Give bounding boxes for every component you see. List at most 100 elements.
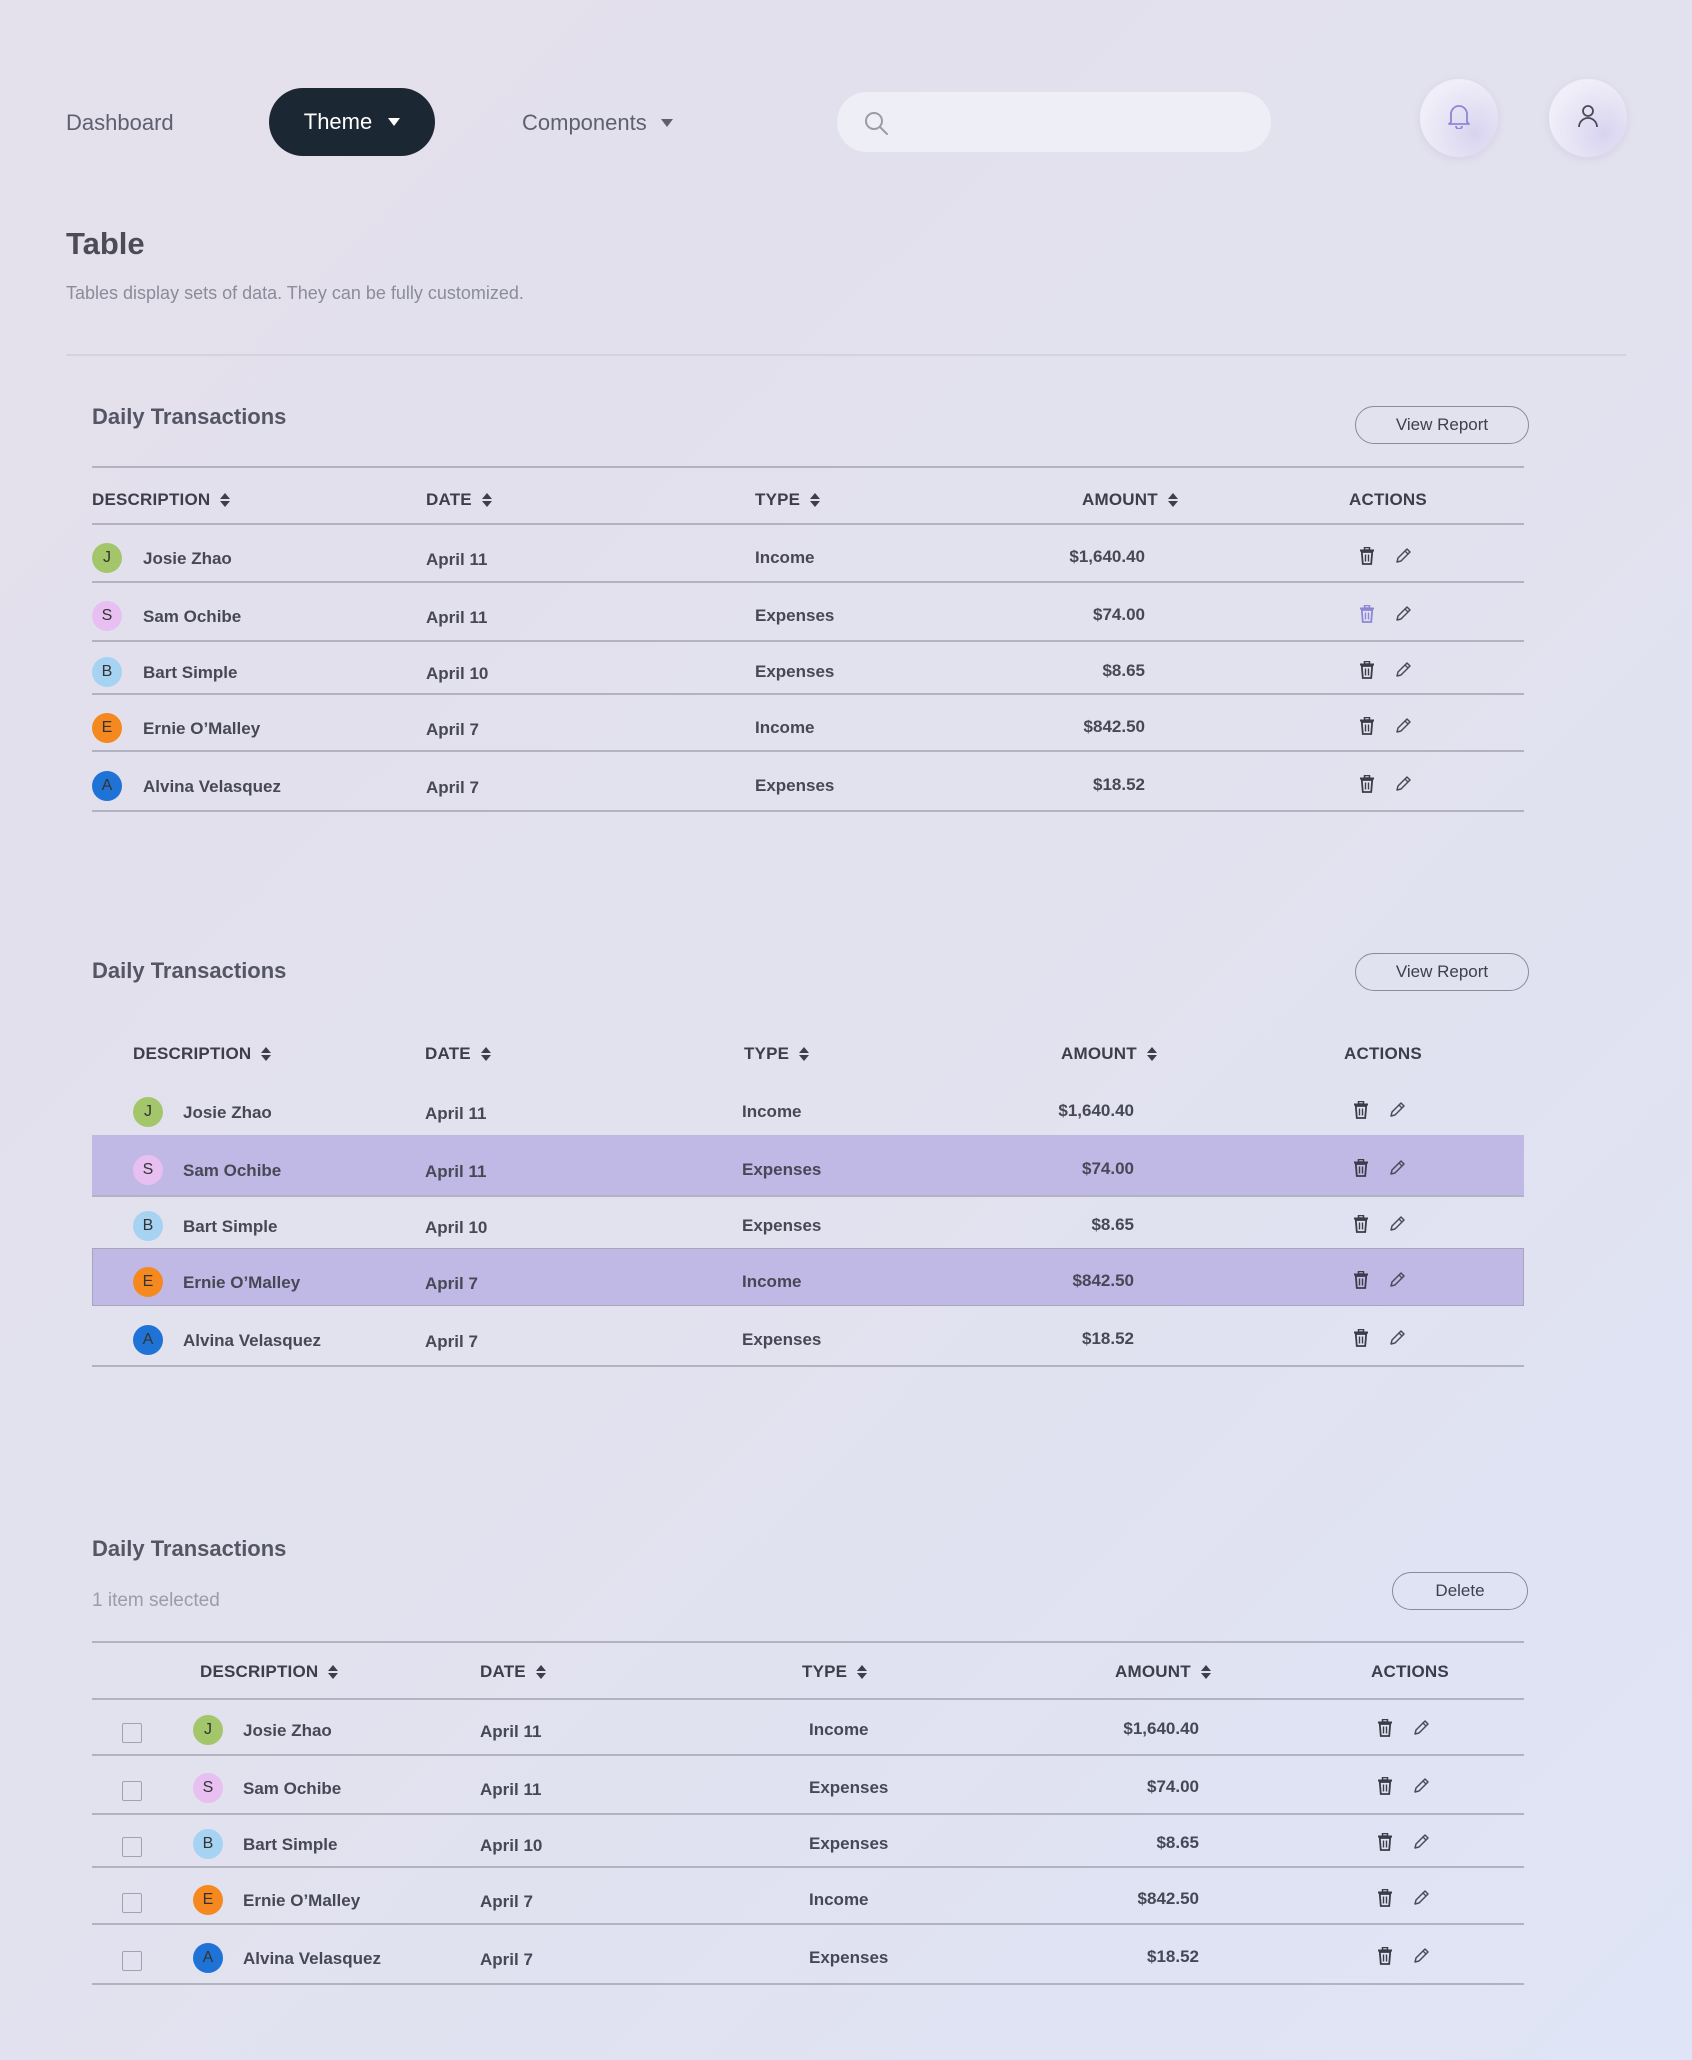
avatar: E: [193, 1885, 223, 1915]
pencil-icon[interactable]: [1385, 1098, 1409, 1122]
row-checkbox[interactable]: [122, 1781, 142, 1801]
row-checkbox[interactable]: [122, 1951, 142, 1971]
sort-icon[interactable]: [799, 1047, 810, 1061]
pencil-icon[interactable]: [1385, 1268, 1409, 1292]
column-header-description[interactable]: DESCRIPTION: [92, 490, 231, 510]
amount-cell: $74.00: [1093, 605, 1145, 624]
nav-theme-button[interactable]: Theme: [269, 88, 435, 156]
trash-icon[interactable]: [1373, 1774, 1397, 1798]
pencil-icon[interactable]: [1391, 658, 1415, 682]
description-cell: Ernie O’Malley: [183, 1273, 301, 1292]
trash-icon[interactable]: [1349, 1212, 1373, 1236]
search-input[interactable]: [837, 92, 1271, 152]
avatar: B: [193, 1829, 223, 1859]
amount-cell: $842.50: [1072, 1271, 1134, 1290]
column-header-label: DESCRIPTION: [92, 490, 211, 509]
column-header-description[interactable]: DESCRIPTION: [133, 1044, 272, 1064]
sort-icon[interactable]: [481, 493, 492, 507]
pencil-icon[interactable]: [1391, 602, 1415, 626]
pencil-icon[interactable]: [1385, 1326, 1409, 1350]
pencil-icon[interactable]: [1409, 1886, 1433, 1910]
column-header-date[interactable]: DATE: [425, 1044, 491, 1064]
pencil-icon[interactable]: [1385, 1156, 1409, 1180]
sort-icon[interactable]: [535, 1665, 546, 1679]
table1-header-top-line: [92, 466, 1524, 468]
sort-icon[interactable]: [220, 493, 231, 507]
trash-icon[interactable]: [1373, 1830, 1397, 1854]
column-header-label: DESCRIPTION: [200, 1662, 319, 1681]
profile-button[interactable]: [1549, 79, 1627, 157]
column-header-amount[interactable]: AMOUNT: [1115, 1662, 1211, 1682]
sort-icon[interactable]: [328, 1665, 339, 1679]
trash-icon[interactable]: [1349, 1326, 1373, 1350]
sort-down-icon: [480, 1055, 491, 1061]
table1-title: Daily Transactions: [92, 404, 287, 429]
date-cell: April 7: [426, 778, 479, 797]
notifications-button[interactable]: [1420, 79, 1498, 157]
nav-components-label: Components: [522, 110, 647, 135]
sort-down-icon: [810, 501, 821, 507]
trash-icon[interactable]: [1373, 1944, 1397, 1968]
nav-dashboard[interactable]: Dashboard: [66, 108, 174, 138]
pencil-icon[interactable]: [1409, 1944, 1433, 1968]
avatar: E: [92, 713, 122, 743]
sort-icon[interactable]: [1146, 1047, 1157, 1061]
trash-icon[interactable]: [1373, 1886, 1397, 1910]
column-header-date[interactable]: DATE: [426, 490, 492, 510]
pencil-icon[interactable]: [1391, 714, 1415, 738]
sort-down-icon: [261, 1055, 272, 1061]
sort-down-icon: [857, 1673, 868, 1679]
pencil-icon[interactable]: [1385, 1212, 1409, 1236]
trash-icon[interactable]: [1355, 602, 1379, 626]
header-bottom-line: [92, 523, 1524, 525]
row-checkbox[interactable]: [122, 1837, 142, 1857]
pencil-icon[interactable]: [1409, 1716, 1433, 1740]
sort-icon[interactable]: [261, 1047, 272, 1061]
description-cell: Bart Simple: [143, 663, 238, 682]
view-report-button[interactable]: View Report: [1355, 953, 1529, 991]
selected-row-highlight: [92, 1248, 1524, 1306]
sort-down-icon: [1146, 1055, 1157, 1061]
sort-icon[interactable]: [857, 1665, 868, 1679]
type-cell: Income: [809, 1890, 869, 1909]
type-cell: Expenses: [755, 776, 835, 795]
trash-icon[interactable]: [1355, 772, 1379, 796]
header-bottom-line: [92, 1698, 1524, 1700]
trash-icon[interactable]: [1355, 658, 1379, 682]
description-cell: Alvina Velasquez: [143, 777, 281, 796]
amount-cell: $842.50: [1083, 717, 1145, 736]
view-report-button[interactable]: View Report: [1355, 406, 1529, 444]
column-header-type[interactable]: TYPE: [744, 1044, 810, 1064]
amount-cell: $18.52: [1147, 1947, 1199, 1966]
pencil-icon[interactable]: [1391, 772, 1415, 796]
column-header-description[interactable]: DESCRIPTION: [200, 1662, 339, 1682]
sort-up-icon: [1200, 1665, 1211, 1671]
chevron-down-icon: [660, 119, 673, 127]
row-checkbox[interactable]: [122, 1723, 142, 1743]
trash-icon[interactable]: [1349, 1268, 1373, 1292]
pencil-icon[interactable]: [1409, 1774, 1433, 1798]
pencil-icon[interactable]: [1409, 1830, 1433, 1854]
sort-icon[interactable]: [1200, 1665, 1211, 1679]
trash-icon[interactable]: [1355, 714, 1379, 738]
trash-icon[interactable]: [1349, 1156, 1373, 1180]
sort-icon[interactable]: [1167, 493, 1178, 507]
column-header-amount[interactable]: AMOUNT: [1061, 1044, 1157, 1064]
delete-button[interactable]: Delete: [1392, 1572, 1528, 1610]
date-cell: April 11: [425, 1104, 487, 1123]
description-cell: Bart Simple: [243, 1835, 338, 1854]
column-header-type[interactable]: TYPE: [802, 1662, 868, 1682]
row-divider: [92, 1195, 1524, 1197]
trash-icon[interactable]: [1373, 1716, 1397, 1740]
sort-icon[interactable]: [480, 1047, 491, 1061]
sort-icon[interactable]: [810, 493, 821, 507]
trash-icon[interactable]: [1355, 544, 1379, 568]
column-header-type[interactable]: TYPE: [755, 490, 821, 510]
column-header-amount[interactable]: AMOUNT: [1082, 490, 1178, 510]
column-header-date[interactable]: DATE: [480, 1662, 546, 1682]
nav-components[interactable]: Components: [522, 108, 673, 138]
trash-icon[interactable]: [1349, 1098, 1373, 1122]
row-checkbox[interactable]: [122, 1893, 142, 1913]
column-header-label: DESCRIPTION: [133, 1044, 252, 1063]
pencil-icon[interactable]: [1391, 544, 1415, 568]
